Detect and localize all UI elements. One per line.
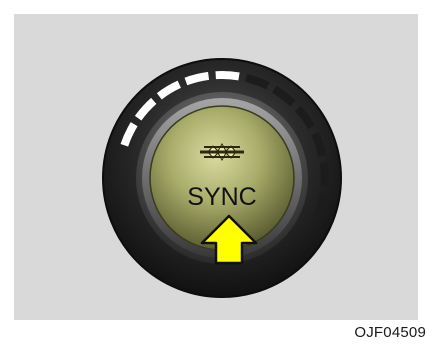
sync-label: SYNC (187, 183, 256, 211)
air-flow-indicator-icon (200, 142, 244, 162)
sync-knob-illustration: SYNC (102, 58, 342, 298)
figure-code: OJF04509 (354, 324, 426, 341)
segment-unlit (319, 162, 329, 187)
segment-lit (215, 71, 240, 81)
